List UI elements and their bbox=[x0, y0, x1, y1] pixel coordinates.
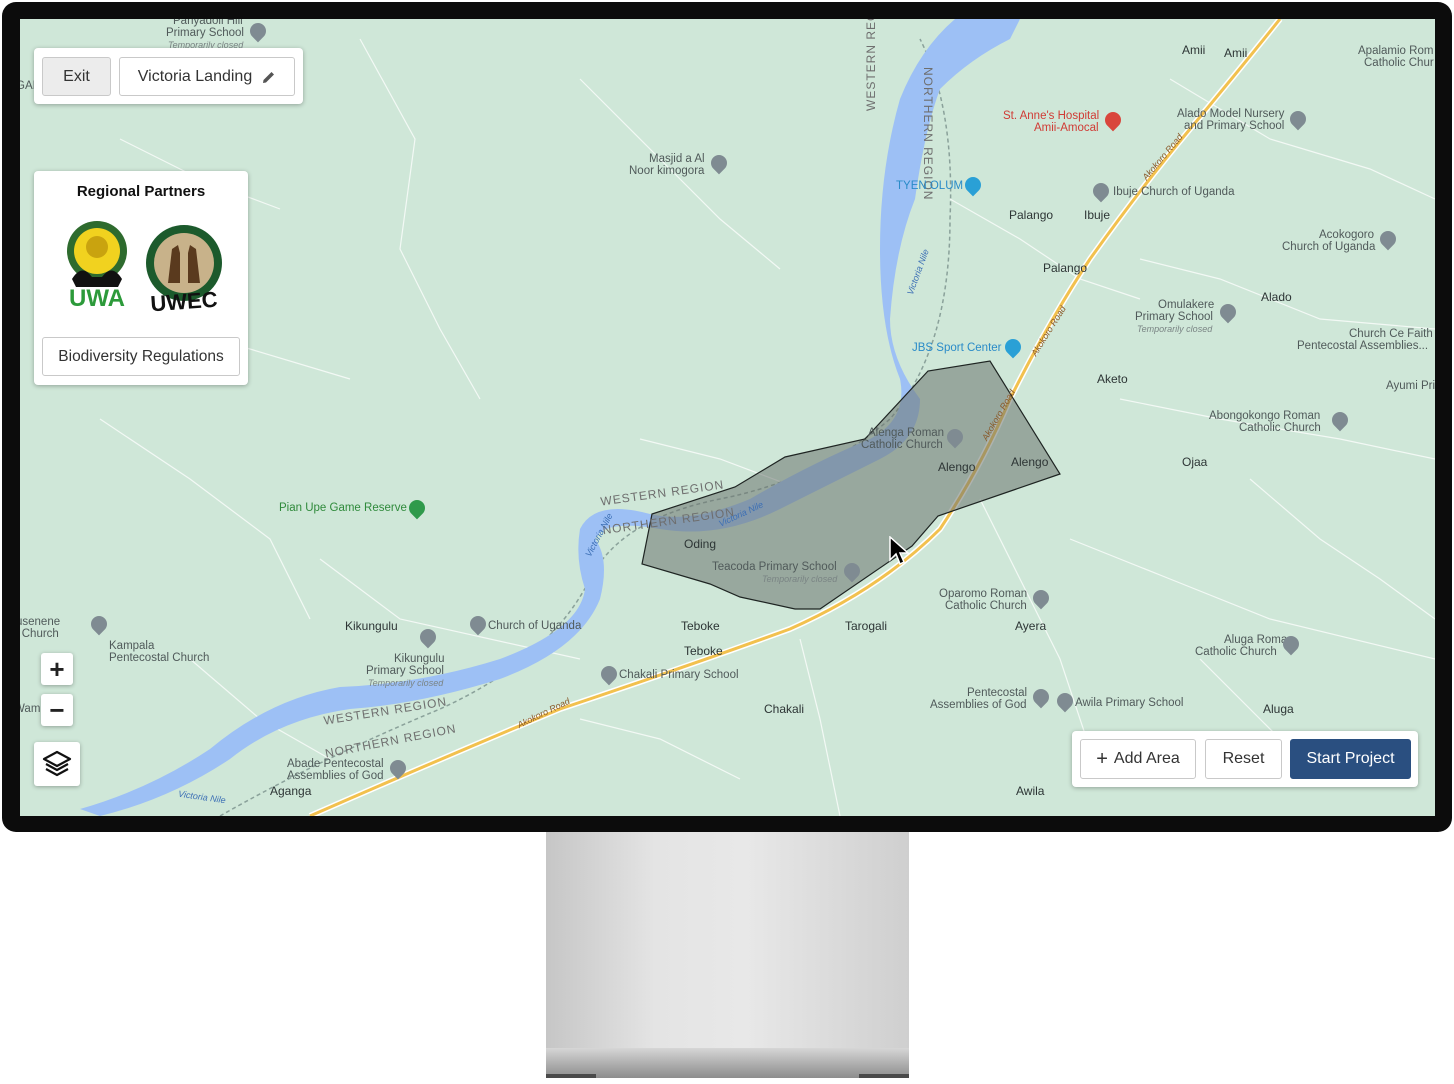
map-label: Catholic Church bbox=[861, 439, 943, 451]
map-label: Ayera bbox=[1015, 619, 1047, 633]
map-label: l Church bbox=[20, 628, 59, 640]
map-label: Oparomo Roman bbox=[939, 588, 1028, 600]
biodiversity-regulations-button[interactable]: Biodiversity Regulations bbox=[42, 337, 240, 376]
map-label: Aganga bbox=[270, 784, 312, 798]
action-bar: + Add Area Reset Start Project bbox=[1072, 731, 1418, 787]
map-label: Oding bbox=[684, 537, 717, 551]
map-label: Abongokongo Roman bbox=[1209, 410, 1321, 422]
map-label: Temporarily closed bbox=[368, 678, 444, 688]
map-label: Chakali Primary School bbox=[619, 669, 739, 681]
map-label: Kampala bbox=[109, 640, 155, 652]
add-area-label: Add Area bbox=[1113, 750, 1180, 767]
add-area-button[interactable]: + Add Area bbox=[1080, 739, 1196, 779]
map-label: Pentecostal Assemblies... bbox=[1297, 340, 1429, 352]
reset-button[interactable]: Reset bbox=[1205, 739, 1282, 779]
map-label: Temporarily closed bbox=[762, 574, 838, 584]
map-label: TYEN OLUM bbox=[896, 180, 964, 192]
regional-partners-panel: Regional Partners UWA UWEC Biodiversity … bbox=[34, 171, 248, 385]
map-label: Panyadoli Hill bbox=[173, 19, 243, 27]
zoom-out-button[interactable]: − bbox=[41, 694, 73, 726]
western-region-label: WESTERN REGION bbox=[864, 19, 878, 111]
map-label: St. Anne's Hospital bbox=[1003, 110, 1100, 122]
map-label: Omulakere bbox=[1158, 299, 1215, 311]
start-project-button[interactable]: Start Project bbox=[1290, 739, 1411, 779]
map-label: Alado Model Nursery bbox=[1177, 108, 1285, 120]
map-label: Catholic Chur bbox=[1364, 57, 1434, 69]
map-label: Catholic Church bbox=[945, 600, 1027, 612]
map-label: Alenga Roman bbox=[868, 427, 945, 439]
map-label: Amii bbox=[1182, 43, 1206, 57]
uwa-text: UWA bbox=[69, 285, 125, 312]
map-label: Primary School bbox=[1135, 311, 1213, 323]
map-label: Noor kimogora bbox=[629, 165, 705, 177]
plus-icon: + bbox=[1096, 748, 1108, 770]
layers-button[interactable] bbox=[34, 742, 80, 786]
map-label: Palango bbox=[1009, 208, 1054, 222]
map-label: Aketo bbox=[1097, 372, 1128, 386]
map-label: Assemblies of God bbox=[287, 770, 384, 782]
map-label: Awila Primary School bbox=[1075, 697, 1184, 709]
map-label: Awila bbox=[1016, 784, 1045, 798]
map-label: Kikungulu bbox=[345, 619, 398, 633]
map-label: Church Ce Faith bbox=[1349, 328, 1433, 340]
map-label: Teboke bbox=[684, 644, 723, 658]
map-label: Church of Uganda bbox=[488, 620, 582, 632]
project-name: Victoria Landing bbox=[137, 67, 253, 85]
map-label: Amii-Amocal bbox=[1034, 122, 1099, 134]
map-label: Apalamio Rom bbox=[1358, 45, 1434, 57]
monitor-stand-base bbox=[546, 1048, 909, 1078]
map-label: Palango bbox=[1043, 261, 1088, 275]
map-label: and Primary School bbox=[1184, 120, 1285, 132]
monitor-stand bbox=[546, 832, 909, 1050]
map-label: Kikungulu bbox=[394, 653, 445, 665]
map-label: Teacoda Primary School bbox=[712, 561, 837, 573]
map-label: Primary School bbox=[166, 27, 244, 39]
mouse-cursor-icon bbox=[889, 536, 909, 566]
exit-button[interactable]: Exit bbox=[42, 57, 111, 96]
map-label: Chakali bbox=[764, 702, 805, 716]
map-label: Ibuje Church of Uganda bbox=[1113, 186, 1235, 198]
map-label: Wami bbox=[20, 703, 43, 715]
map-label: Ayumi Prima bbox=[1386, 380, 1435, 392]
map-label: Catholic Church bbox=[1195, 646, 1277, 658]
map-label: Abade Pentecostal bbox=[287, 758, 384, 770]
project-name-button[interactable]: Victoria Landing bbox=[119, 57, 295, 96]
zoom-in-button[interactable]: + bbox=[41, 653, 73, 685]
map-label: Ibuje bbox=[1084, 208, 1111, 222]
map-label: usenene bbox=[20, 616, 61, 628]
map-label: Pian Upe Game Reserve bbox=[279, 502, 407, 514]
map-label: Pentecostal bbox=[967, 687, 1028, 699]
top-toolbar: Exit Victoria Landing bbox=[34, 48, 303, 104]
map-label: Church of Uganda bbox=[1282, 241, 1376, 253]
map-label: Pentecostal Church bbox=[109, 652, 210, 664]
uwec-logo[interactable]: UWEC bbox=[144, 223, 224, 319]
map-label: Temporarily closed bbox=[1137, 324, 1213, 334]
map-label: Aluga bbox=[1263, 702, 1294, 716]
map-label: Ojaa bbox=[1182, 455, 1208, 469]
map-label: Amii bbox=[1224, 46, 1248, 60]
uwa-logo[interactable]: UWA bbox=[62, 215, 132, 320]
map-label: Acokogoro bbox=[1319, 229, 1374, 241]
map-label: Teboke bbox=[681, 619, 720, 633]
layers-icon bbox=[42, 750, 72, 777]
map-label: JBS Sport Center bbox=[912, 342, 1002, 354]
edit-pencil-icon bbox=[263, 71, 275, 83]
map-label: Alengo bbox=[938, 460, 976, 474]
map-label: Catholic Church bbox=[1239, 422, 1321, 434]
partners-title: Regional Partners bbox=[76, 183, 206, 200]
map-label: Masjid a Al bbox=[649, 153, 705, 165]
map-label: Alado bbox=[1261, 290, 1292, 304]
map-label: Tarogali bbox=[845, 619, 888, 633]
map-screen[interactable]: WESTERN REGION NORTHERN REGION WESTERN R… bbox=[20, 19, 1435, 816]
uwec-text: UWEC bbox=[149, 286, 219, 317]
map-label: Assemblies of God bbox=[930, 699, 1027, 711]
map-label: Alengo bbox=[1011, 455, 1049, 469]
map-label: Primary School bbox=[366, 665, 444, 677]
